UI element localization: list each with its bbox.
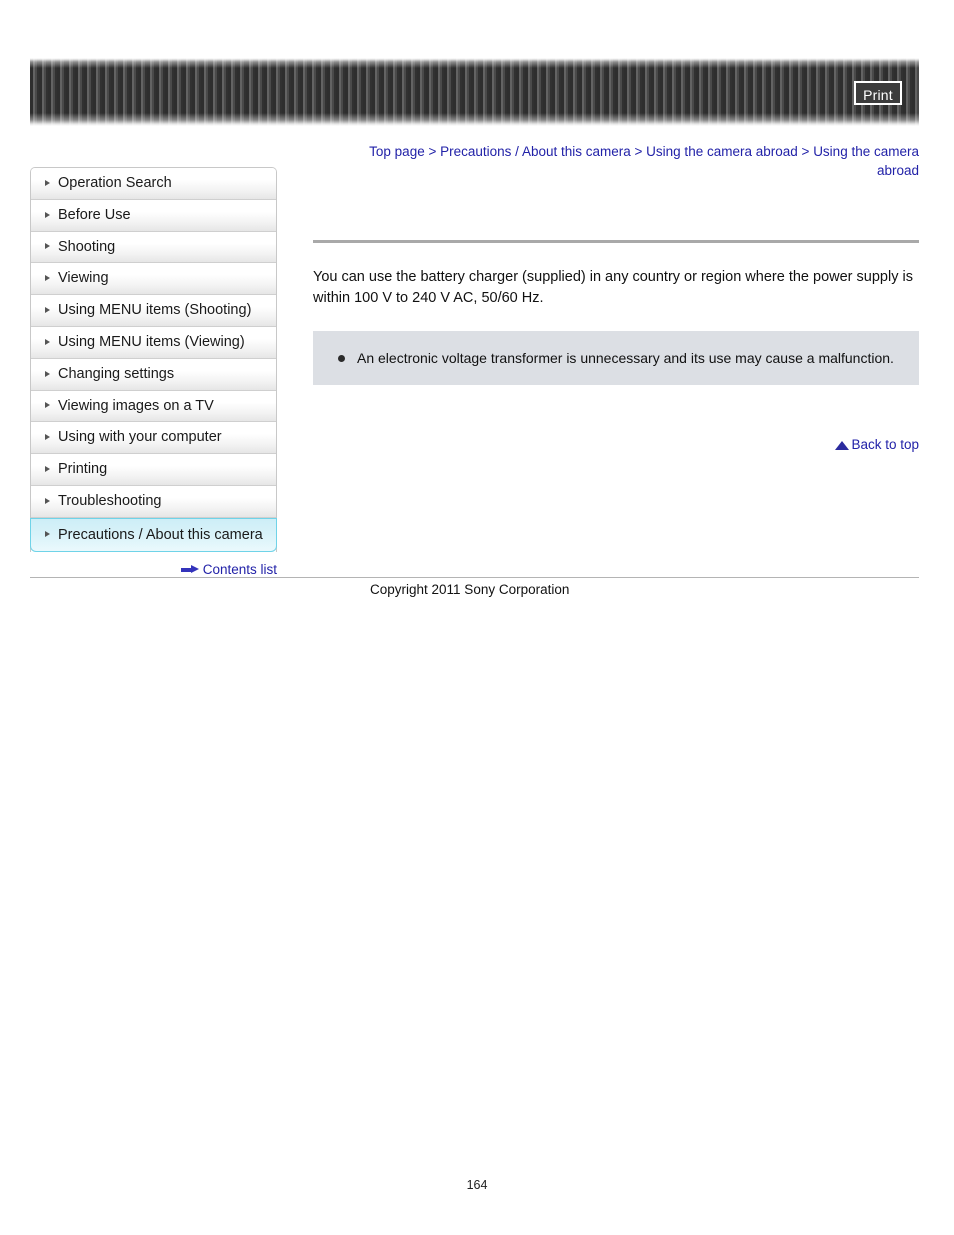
- sidebar-item-label: Troubleshooting: [58, 492, 162, 509]
- sidebar-item-label: Using MENU items (Viewing): [58, 333, 245, 350]
- arrow-right-icon: [180, 565, 199, 574]
- title-divider: [313, 240, 919, 243]
- sidebar-item-label: Viewing: [58, 270, 109, 287]
- breadcrumb-separator: >: [428, 144, 437, 159]
- note-box: An electronic voltage transformer is unn…: [313, 331, 919, 385]
- triangle-right-icon: [45, 338, 50, 345]
- triangle-right-icon: [45, 275, 50, 282]
- sidebar-item-label: Viewing images on a TV: [58, 397, 214, 414]
- back-to-top-link[interactable]: Back to top: [313, 437, 919, 452]
- contents-list-label: Contents list: [202, 562, 277, 577]
- triangle-up-icon: [835, 441, 850, 450]
- sidebar-item-label: Before Use: [58, 206, 131, 223]
- breadcrumb-item-using-camera-abroad[interactable]: Using the camera abroad: [646, 144, 798, 159]
- triangle-right-icon: [45, 179, 50, 186]
- note-list-item: An electronic voltage transformer is unn…: [335, 348, 909, 368]
- triangle-right-icon: [45, 402, 50, 409]
- triangle-right-icon: [45, 243, 50, 250]
- triangle-right-icon: [45, 531, 50, 538]
- sidebar-nav-list: Operation Search Before Use Shooting Vie…: [30, 167, 277, 552]
- main-content: You can use the battery charger (supplie…: [313, 188, 919, 452]
- bullet-dot-icon: [338, 355, 345, 362]
- sidebar-item-using-with-your-computer[interactable]: Using with your computer: [31, 422, 276, 455]
- sidebar-item-label: Precautions / About this camera: [58, 526, 263, 543]
- triangle-right-icon: [45, 211, 50, 218]
- sidebar-item-using-menu-items-shooting[interactable]: Using MENU items (Shooting): [31, 295, 276, 327]
- triangle-right-icon: [45, 307, 50, 314]
- sidebar-item-label: Printing: [58, 461, 108, 478]
- sidebar-item-label: Operation Search: [58, 175, 172, 191]
- breadcrumb-item-precautions[interactable]: Precautions / About this camera: [440, 144, 631, 159]
- note-text: An electronic voltage transformer is unn…: [357, 350, 894, 366]
- sidebar-item-label: Using MENU items (Shooting): [58, 302, 252, 319]
- back-to-top-label: Back to top: [851, 437, 919, 452]
- triangle-right-icon: [45, 370, 50, 377]
- sidebar-item-label: Shooting: [58, 238, 116, 255]
- sidebar-item-shooting[interactable]: Shooting: [31, 231, 276, 264]
- breadcrumb-item-top-page[interactable]: Top page: [369, 144, 425, 159]
- contents-list-link[interactable]: Contents list: [30, 562, 277, 577]
- breadcrumb: Top page > Precautions / About this came…: [330, 142, 919, 180]
- breadcrumb-separator: >: [634, 144, 643, 159]
- sidebar-item-before-use[interactable]: Before Use: [31, 199, 276, 232]
- sidebar: Operation Search Before Use Shooting Vie…: [30, 167, 277, 577]
- sidebar-item-printing[interactable]: Printing: [31, 454, 276, 486]
- body-paragraph: You can use the battery charger (supplie…: [313, 269, 913, 306]
- footer-divider: [30, 577, 919, 578]
- sidebar-item-viewing-images-on-a-tv[interactable]: Viewing images on a TV: [31, 390, 276, 423]
- page-root: Print Top page > Precautions / About thi…: [0, 0, 954, 1235]
- triangle-right-icon: [45, 497, 50, 504]
- copyright-text: Copyright 2011 Sony Corporation: [370, 582, 570, 597]
- sidebar-item-operation-search[interactable]: Operation Search: [31, 168, 276, 200]
- sidebar-item-label: Using with your computer: [58, 429, 222, 446]
- print-button[interactable]: Print: [854, 81, 902, 105]
- triangle-right-icon: [45, 434, 50, 441]
- breadcrumb-item-current[interactable]: Using the camera abroad: [813, 144, 919, 178]
- sidebar-item-precautions-about-this-camera[interactable]: Precautions / About this camera: [30, 517, 277, 552]
- sidebar-item-viewing[interactable]: Viewing: [31, 263, 276, 296]
- sidebar-item-label: Changing settings: [58, 365, 175, 382]
- sidebar-item-using-menu-items-viewing[interactable]: Using MENU items (Viewing): [31, 326, 276, 359]
- sidebar-item-troubleshooting[interactable]: Troubleshooting: [31, 485, 276, 518]
- page-title: [313, 188, 919, 240]
- page-number: 164: [466, 1178, 488, 1192]
- header-banner: Print: [30, 57, 919, 127]
- sidebar-item-changing-settings[interactable]: Changing settings: [31, 358, 276, 391]
- breadcrumb-separator: >: [801, 144, 810, 159]
- triangle-right-icon: [45, 466, 50, 473]
